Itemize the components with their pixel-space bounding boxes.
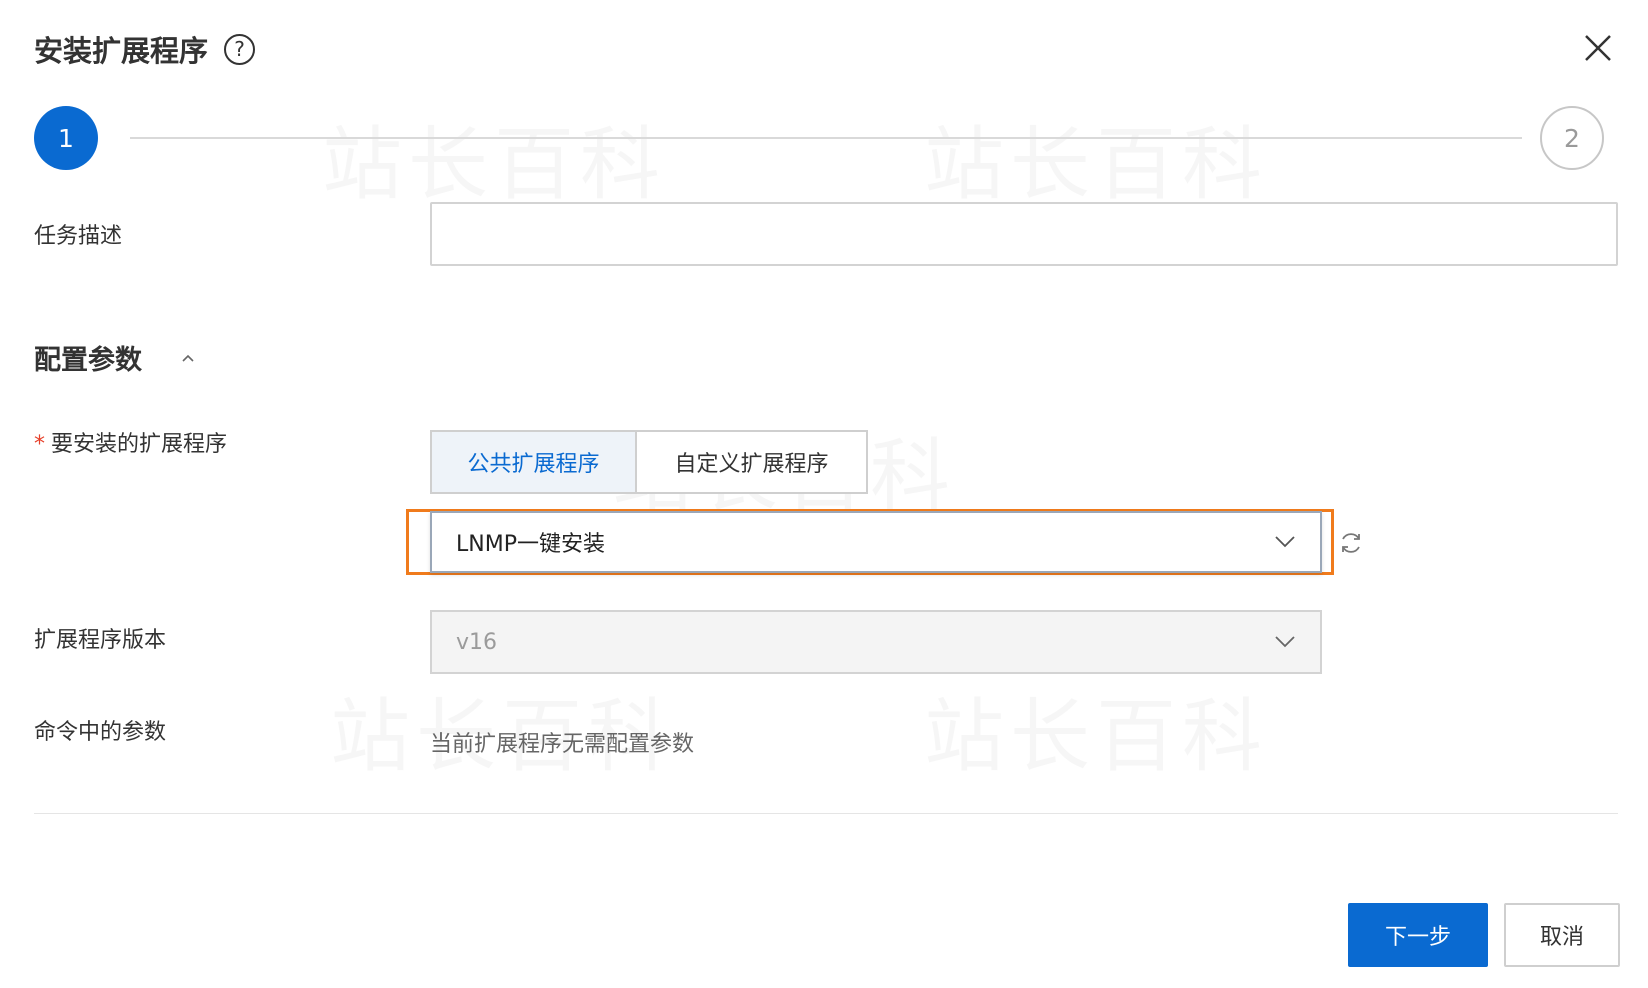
version-select-value: v16 bbox=[456, 629, 498, 655]
dialog-title-text: 安装扩展程序 bbox=[34, 34, 209, 68]
chevron-up-icon[interactable] bbox=[180, 350, 196, 366]
step-2-indicator: 2 bbox=[1540, 106, 1604, 170]
extension-label-text: 要安装的扩展程序 bbox=[51, 432, 228, 457]
step-1-indicator: 1 bbox=[34, 106, 98, 170]
footer-divider bbox=[34, 813, 1618, 814]
tab-custom-extensions[interactable]: 自定义扩展程序 bbox=[637, 432, 866, 492]
install-extension-dialog: 站长百科 站长百科 站长百科 站长百科 站长百科 安装扩展程序 ? 1 2 任务… bbox=[0, 0, 1648, 988]
task-description-label: 任务描述 bbox=[34, 224, 123, 249]
task-description-input[interactable] bbox=[430, 202, 1618, 266]
close-icon bbox=[1585, 35, 1611, 61]
close-button[interactable] bbox=[1582, 32, 1614, 64]
required-mark: * bbox=[34, 432, 45, 457]
extension-type-tabs: 公共扩展程序 自定义扩展程序 bbox=[430, 430, 868, 494]
next-step-button[interactable]: 下一步 bbox=[1348, 903, 1488, 967]
dialog-title: 安装扩展程序 ? bbox=[34, 28, 256, 70]
extension-select-value: LNMP一键安装 bbox=[456, 532, 605, 557]
watermark: 站长百科 bbox=[924, 100, 1268, 216]
chevron-down-icon bbox=[1275, 536, 1295, 548]
config-section-header[interactable]: 配置参数 bbox=[34, 338, 196, 377]
version-label: 扩展程序版本 bbox=[34, 628, 167, 653]
extension-label: * 要安装的扩展程序 bbox=[34, 426, 227, 458]
watermark: 站长百科 bbox=[322, 100, 666, 216]
extension-select[interactable]: LNMP一键安装 bbox=[430, 511, 1322, 573]
refresh-icon[interactable] bbox=[1338, 530, 1364, 556]
cancel-button[interactable]: 取消 bbox=[1504, 903, 1620, 967]
command-params-label: 命令中的参数 bbox=[34, 720, 167, 745]
command-params-value: 当前扩展程序无需配置参数 bbox=[430, 732, 695, 757]
chevron-down-icon bbox=[1275, 636, 1295, 648]
config-section-title: 配置参数 bbox=[34, 345, 142, 376]
version-select[interactable]: v16 bbox=[430, 610, 1322, 674]
help-circle-icon[interactable]: ? bbox=[224, 33, 256, 65]
steps-connector-line bbox=[130, 137, 1522, 139]
tab-public-extensions[interactable]: 公共扩展程序 bbox=[432, 432, 637, 492]
watermark: 站长百科 bbox=[924, 672, 1268, 788]
